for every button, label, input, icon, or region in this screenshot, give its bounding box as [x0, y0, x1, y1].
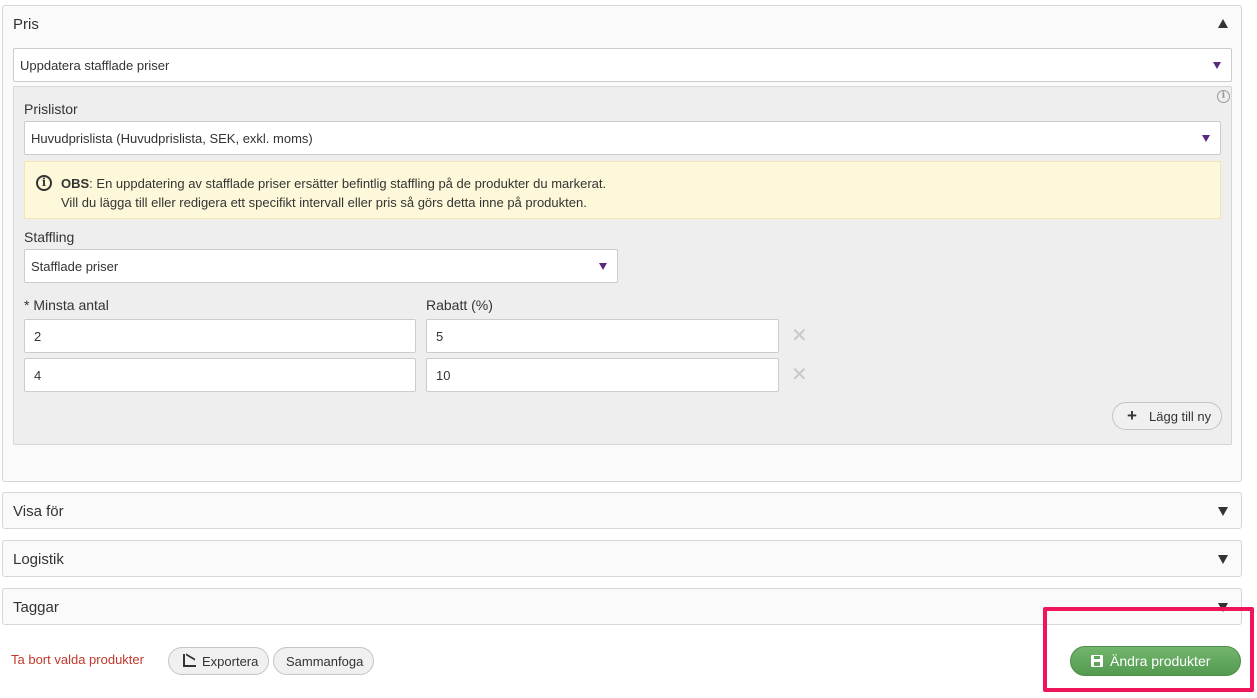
pris-panel: Pris Uppdatera stafflade priser i Prisli…: [2, 5, 1242, 482]
notice-bold: OBS: [61, 176, 90, 191]
export-label: Exportera: [202, 654, 259, 669]
remove-row-icon[interactable]: ✕: [791, 365, 808, 385]
min-qty-input[interactable]: 2: [24, 319, 416, 353]
delete-selected-link[interactable]: Ta bort valda produkter: [11, 652, 144, 667]
update-type-select[interactable]: Uppdatera stafflade priser: [13, 48, 1232, 82]
info-icon[interactable]: i: [1217, 90, 1230, 103]
merge-button[interactable]: Sammanfoga: [273, 647, 374, 675]
staffling-label: Staffling: [24, 229, 75, 245]
panel-title: Visa för: [13, 503, 64, 520]
discount-input[interactable]: 5: [426, 319, 779, 353]
chevron-down-icon: [599, 263, 607, 270]
panel-title: Taggar: [13, 599, 59, 616]
export-button[interactable]: Exportera: [168, 647, 269, 675]
notice-line2: Vill du lägga till eller redigera ett sp…: [61, 195, 587, 210]
chart-icon: [183, 654, 196, 667]
save-icon: [1091, 655, 1103, 667]
panel-title: Logistik: [13, 551, 64, 568]
chevron-down-icon: [1213, 62, 1221, 69]
expand-icon[interactable]: [1218, 507, 1228, 516]
notice-text: OBS: En uppdatering av stafflade priser …: [61, 174, 606, 212]
prislistor-label: Prislistor: [24, 101, 78, 117]
logistik-panel[interactable]: Logistik: [2, 540, 1242, 577]
prislista-value: Huvudprislista (Huvudprislista, SEK, exk…: [31, 131, 313, 146]
min-qty-label: * Minsta antal: [24, 297, 109, 313]
staffling-value: Stafflade priser: [31, 259, 119, 274]
remove-row-icon[interactable]: ✕: [791, 326, 808, 346]
notice-box: i OBS: En uppdatering av stafflade prise…: [24, 161, 1221, 219]
discount-input[interactable]: 10: [426, 358, 779, 392]
expand-icon[interactable]: [1218, 555, 1228, 564]
pris-panel-header[interactable]: Pris: [3, 6, 1241, 42]
merge-label: Sammanfoga: [286, 654, 364, 669]
add-row-button[interactable]: + Lägg till ny: [1112, 402, 1222, 430]
visa-for-panel[interactable]: Visa för: [2, 492, 1242, 529]
discount-label: Rabatt (%): [426, 297, 493, 313]
update-products-label: Ändra produkter: [1110, 653, 1211, 669]
expand-icon[interactable]: [1218, 603, 1228, 612]
update-products-button[interactable]: Ändra produkter: [1070, 646, 1241, 676]
min-qty-input[interactable]: 4: [24, 358, 416, 392]
panel-title: Pris: [13, 16, 39, 33]
collapse-icon[interactable]: [1218, 19, 1228, 28]
taggar-panel[interactable]: Taggar: [2, 588, 1242, 625]
update-type-value: Uppdatera stafflade priser: [20, 58, 170, 73]
chevron-down-icon: [1202, 135, 1210, 142]
add-row-label: Lägg till ny: [1149, 409, 1212, 424]
staffling-select[interactable]: Stafflade priser: [24, 249, 618, 283]
plus-icon: +: [1127, 406, 1137, 425]
price-settings-box: i Prislistor Huvudprislista (Huvudprisli…: [13, 86, 1232, 445]
notice-line1: : En uppdatering av stafflade priser ers…: [89, 176, 607, 191]
info-icon: i: [36, 175, 52, 191]
prislista-select[interactable]: Huvudprislista (Huvudprislista, SEK, exk…: [24, 121, 1221, 155]
